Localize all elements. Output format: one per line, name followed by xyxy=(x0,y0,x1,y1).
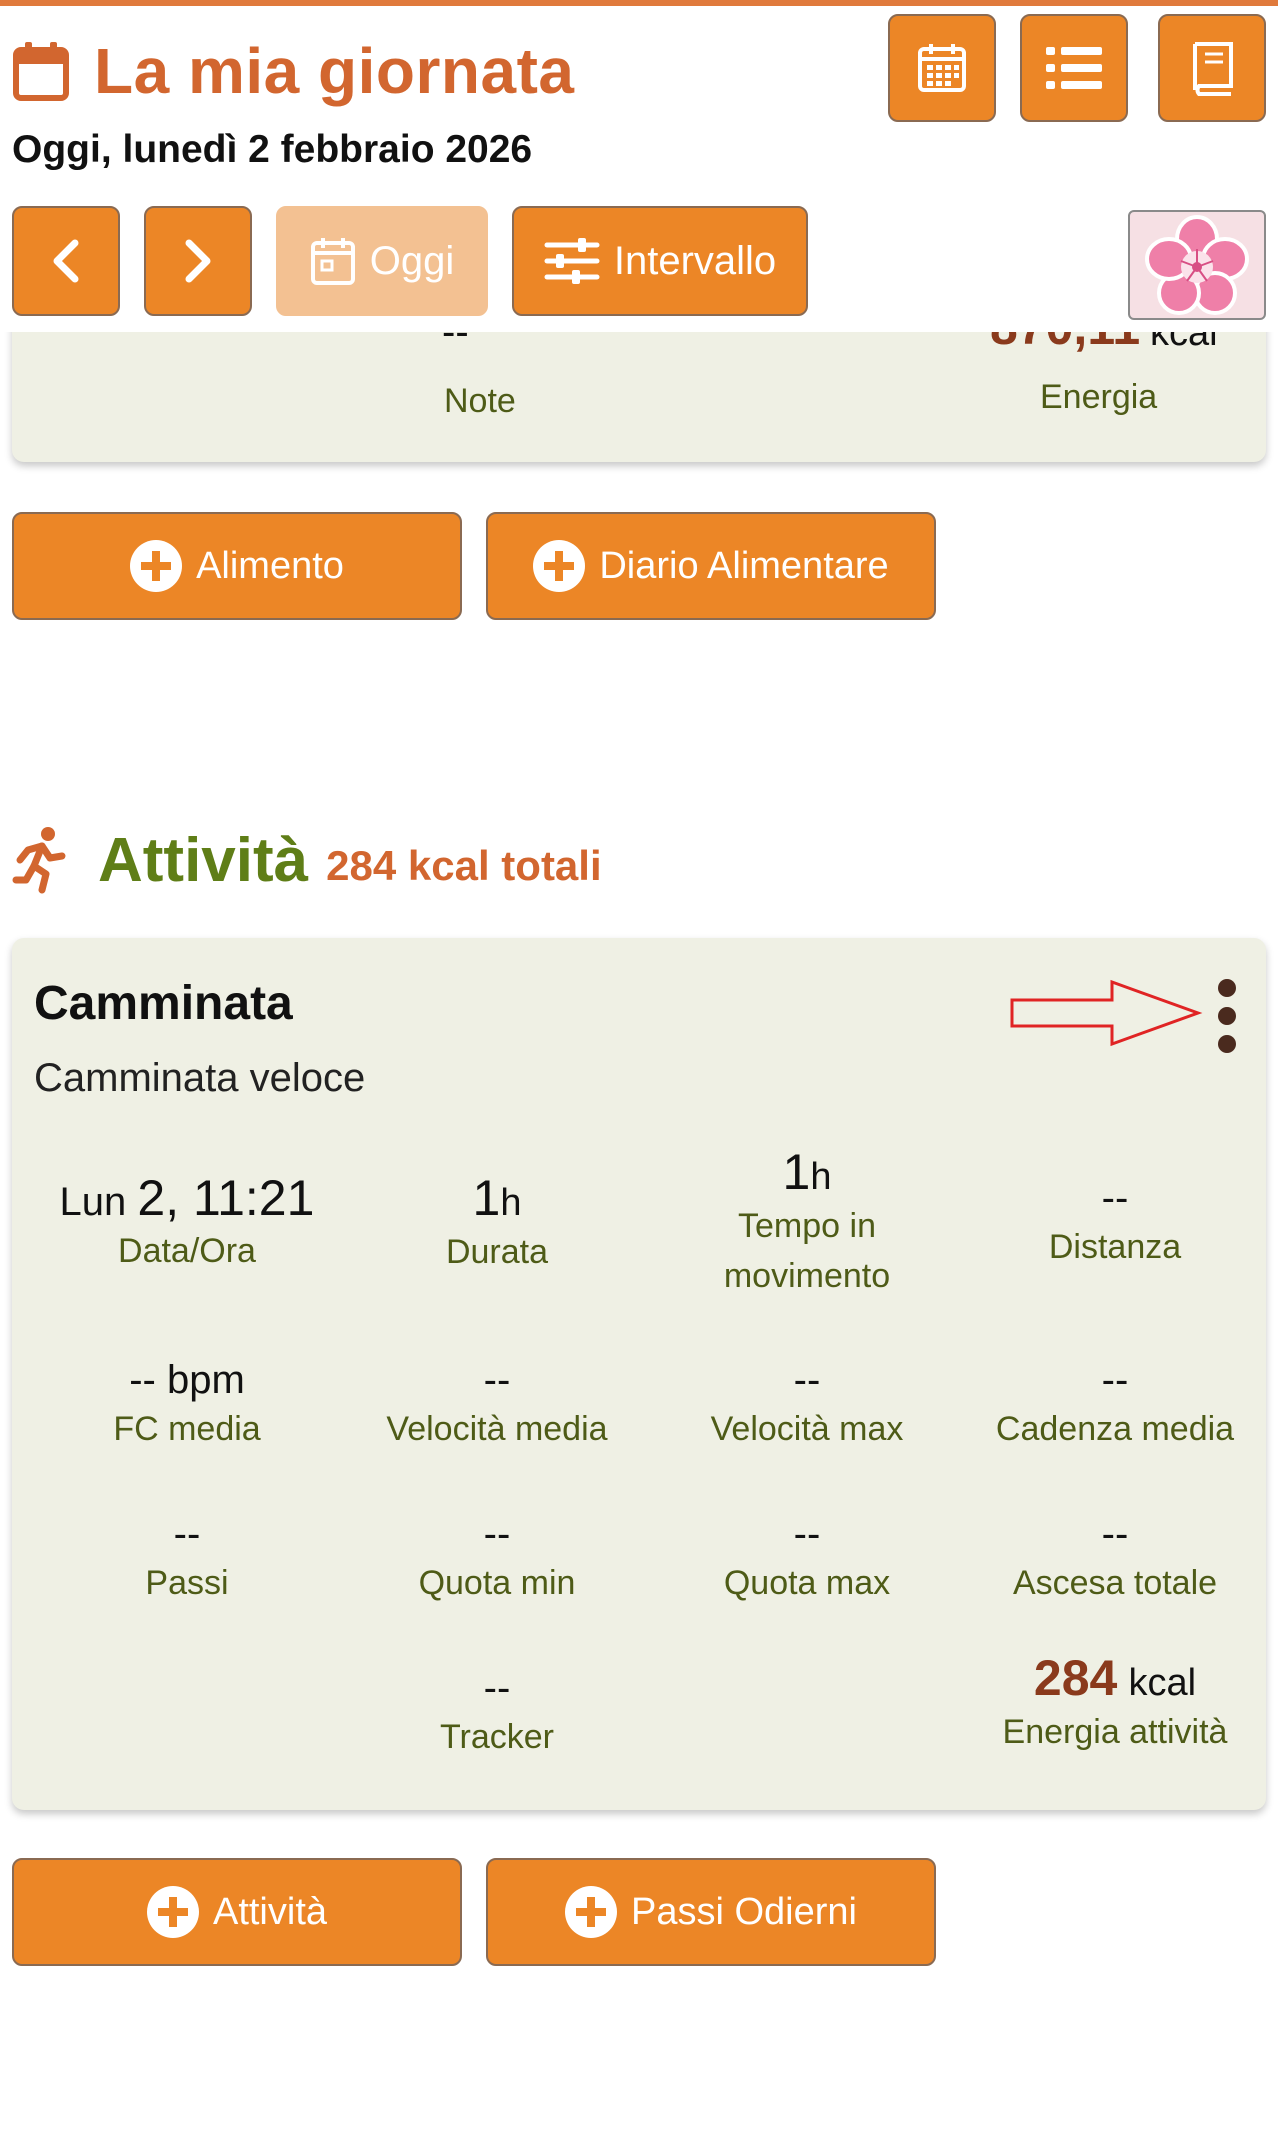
note-label: Note xyxy=(444,382,516,420)
metric-speed-max: -- Velocità max xyxy=(652,1356,962,1454)
distance-value: -- xyxy=(1101,1176,1129,1220)
calendar-title-icon xyxy=(13,42,69,101)
today-button[interactable]: Oggi xyxy=(276,206,488,316)
activity-section-header: Attività 284 kcal totali xyxy=(12,820,602,900)
steps-value: -- xyxy=(173,1512,201,1556)
alt-min-label: Quota min xyxy=(418,1564,576,1602)
previous-day-button[interactable] xyxy=(12,206,120,316)
cherry-blossom-avatar-icon xyxy=(1145,215,1249,315)
alt-max-value: -- xyxy=(793,1512,821,1556)
title-row: La mia giornata xyxy=(12,35,575,107)
cadence-avg-value: -- xyxy=(1101,1358,1129,1402)
activity-description: Camminata veloce xyxy=(34,1056,366,1100)
add-food-button[interactable]: Alimento xyxy=(12,512,462,620)
chevron-left-icon xyxy=(53,239,79,283)
tracker-label: Tracker xyxy=(440,1718,554,1756)
add-food-label: Alimento xyxy=(196,544,344,587)
activity-energy-label: Energia attività xyxy=(1002,1713,1228,1751)
plus-circle-icon xyxy=(565,1886,617,1938)
alt-max-label: Quota max xyxy=(723,1564,891,1602)
sliders-icon xyxy=(544,238,600,284)
list-button[interactable] xyxy=(1020,14,1128,122)
steps-label: Passi xyxy=(145,1564,229,1602)
food-diary-button[interactable]: Diario Alimentare xyxy=(486,512,936,620)
cadence-avg-label: Cadenza media xyxy=(995,1410,1235,1448)
calendar-button[interactable] xyxy=(888,14,996,122)
moving-time-label: Tempo in movimento xyxy=(723,1207,891,1295)
tracker-value: -- xyxy=(483,1666,511,1710)
app-header: La mia giornata Oggi, lunedì 2 febbraio … xyxy=(0,6,1278,332)
metric-moving-time: 1h Tempo in movimento xyxy=(652,1147,962,1301)
metric-duration: 1h Durata xyxy=(342,1173,652,1277)
moving-time-value: 1 xyxy=(782,1144,811,1200)
today-steps-label: Passi Odierni xyxy=(631,1890,857,1933)
hr-avg-value: -- bpm xyxy=(129,1358,245,1402)
book-icon xyxy=(1193,42,1233,96)
activity-energy-value: 284 xyxy=(1033,1650,1118,1706)
activity-card: Camminata Camminata veloce Lun 2, 11:21 … xyxy=(12,938,1266,1810)
activity-energy-unit: kcal xyxy=(1128,1662,1197,1704)
profile-avatar-button[interactable] xyxy=(1128,210,1266,320)
ascent-total-value: -- xyxy=(1101,1512,1129,1556)
metric-speed-avg: -- Velocità media xyxy=(342,1356,652,1454)
datetime-value: 2, 11:21 xyxy=(137,1170,315,1226)
activity-name: Camminata xyxy=(34,977,293,1030)
plus-circle-icon xyxy=(146,1886,199,1938)
duration-value: 1 xyxy=(472,1170,501,1226)
metric-tracker: -- Tracker xyxy=(342,1664,652,1762)
range-button[interactable]: Intervallo xyxy=(512,206,808,316)
metric-cadence-avg: -- Cadenza media xyxy=(960,1356,1270,1454)
speed-avg-label: Velocità media xyxy=(386,1410,608,1448)
activity-section-title: Attività xyxy=(98,825,309,895)
speed-max-label: Velocità max xyxy=(710,1410,904,1448)
datetime-label: Data/Ora xyxy=(118,1232,256,1270)
activity-total-kcal: 284 kcal totali xyxy=(326,842,602,889)
metric-hr-avg: -- bpm FC media xyxy=(32,1356,342,1454)
food-energy-label: Energia xyxy=(1040,378,1158,416)
current-date: Oggi, lunedì 2 febbraio 2026 xyxy=(12,128,533,171)
today-steps-button[interactable]: Passi Odierni xyxy=(486,1858,936,1966)
page-title: La mia giornata xyxy=(94,35,575,107)
calendar-icon xyxy=(918,44,966,92)
distance-label: Distanza xyxy=(1048,1228,1182,1266)
today-label: Oggi xyxy=(369,238,455,283)
plus-circle-icon xyxy=(130,540,183,592)
red-arrow-annotation-icon xyxy=(1010,979,1203,1047)
hr-avg-label: FC media xyxy=(113,1410,261,1448)
add-activity-label: Attività xyxy=(212,1890,328,1933)
duration-label: Durata xyxy=(445,1233,549,1271)
next-day-button[interactable] xyxy=(144,206,252,316)
add-activity-button[interactable]: Attività xyxy=(12,1858,462,1966)
calendar-day-icon xyxy=(310,238,355,285)
running-person-icon xyxy=(12,827,66,894)
alt-min-value: -- xyxy=(483,1512,511,1556)
metric-alt-max: -- Quota max xyxy=(652,1510,962,1608)
chevron-right-icon xyxy=(185,239,211,283)
speed-max-value: -- xyxy=(793,1358,821,1402)
diary-book-button[interactable] xyxy=(1158,14,1266,122)
metric-distance: -- Distanza xyxy=(960,1174,1270,1272)
duration-unit: h xyxy=(500,1182,522,1224)
list-icon xyxy=(1046,47,1102,89)
datetime-prefix: Lun xyxy=(59,1180,127,1224)
range-label: Intervallo xyxy=(613,238,777,283)
metric-steps: -- Passi xyxy=(32,1510,342,1608)
more-options-icon[interactable] xyxy=(1212,978,1242,1054)
speed-avg-value: -- xyxy=(483,1358,511,1402)
metric-activity-energy: 284 kcal Energia attività xyxy=(960,1653,1270,1757)
plus-circle-icon xyxy=(533,540,586,592)
metric-alt-min: -- Quota min xyxy=(342,1510,652,1608)
ascent-total-label: Ascesa totale xyxy=(1012,1564,1218,1602)
metric-ascent-total: -- Ascesa totale xyxy=(960,1510,1270,1608)
food-diary-label: Diario Alimentare xyxy=(599,544,889,587)
moving-time-unit: h xyxy=(810,1156,832,1198)
metric-datetime: Lun 2, 11:21 Data/Ora xyxy=(32,1173,342,1276)
